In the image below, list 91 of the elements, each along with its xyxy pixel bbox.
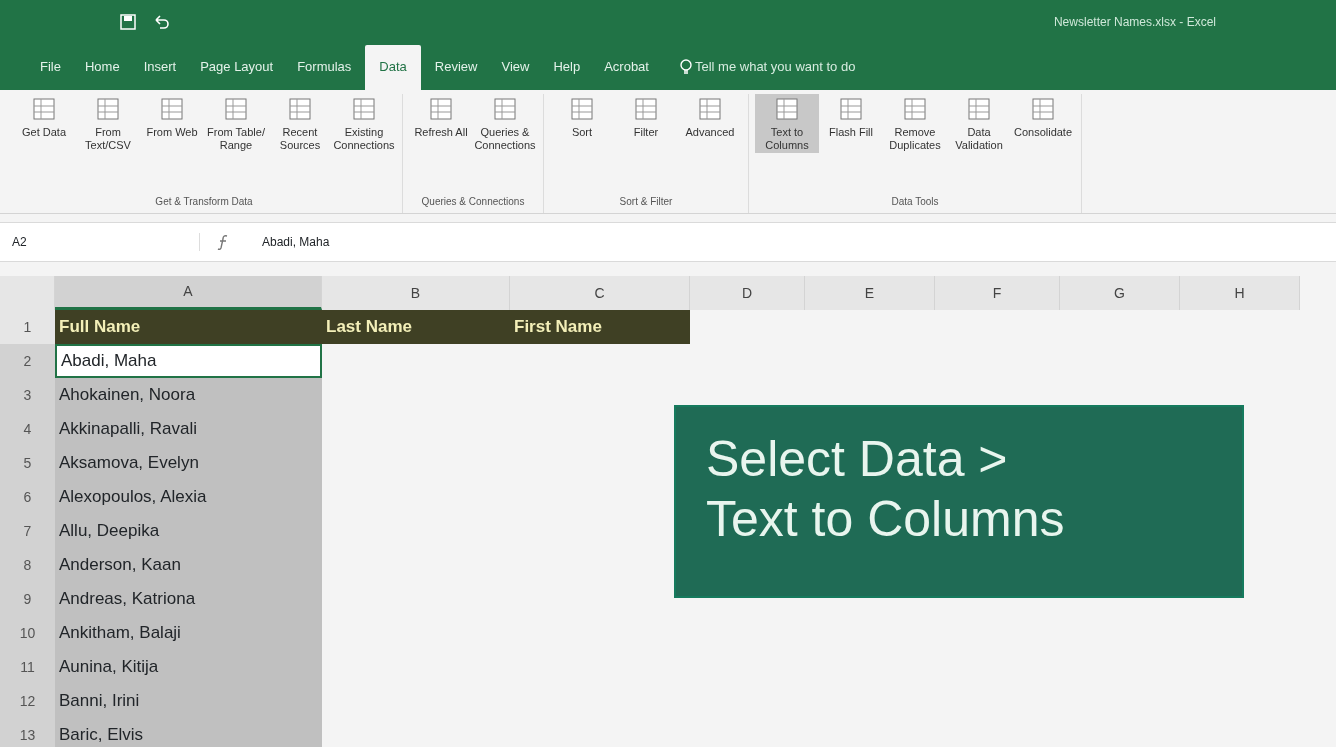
- row-header[interactable]: 7: [0, 514, 55, 548]
- grid-icon: [95, 96, 121, 122]
- undo-icon[interactable]: [152, 14, 170, 30]
- table-cell: Ahokainen, Noora: [55, 378, 322, 412]
- ribbon-tab[interactable]: Data: [365, 44, 421, 90]
- grid-icon: [838, 96, 864, 122]
- row-header[interactable]: 2: [0, 344, 55, 378]
- ribbon-tab[interactable]: Home: [74, 47, 130, 87]
- row-header[interactable]: 1: [0, 310, 55, 344]
- table-cell: Full Name: [55, 310, 322, 344]
- table-cell: Baric, Elvis: [55, 718, 322, 747]
- ribbon-tab[interactable]: Page Layout: [190, 47, 284, 87]
- ribbon-button[interactable]: Refresh All: [409, 94, 473, 154]
- ribbon-button[interactable]: Text to Columns: [755, 94, 819, 154]
- grid-icon: [569, 96, 595, 122]
- table-cell: Allu, Deepika: [55, 514, 322, 548]
- grid-icon: [428, 96, 454, 122]
- grid-icon: [1030, 96, 1056, 122]
- ribbon-tab[interactable]: Formulas: [287, 47, 362, 87]
- ribbon-button[interactable]: Filter: [614, 94, 678, 141]
- table-cell: Abadi, Maha: [55, 344, 322, 378]
- column-header[interactable]: H: [1180, 276, 1300, 310]
- table-cell: Anderson, Kaan: [55, 548, 322, 582]
- grid-icon: [633, 96, 659, 122]
- function-icon[interactable]: [216, 234, 230, 250]
- formula-field[interactable]: Abadi, Maha: [246, 233, 330, 251]
- table-cell: Aunina, Kitija: [55, 650, 322, 684]
- ribbon-button[interactable]: Existing Connections: [332, 94, 396, 154]
- table-cell: Banni, Irini: [55, 684, 322, 718]
- row-header[interactable]: 8: [0, 548, 55, 582]
- row-header[interactable]: 4: [0, 412, 55, 446]
- grid-icon: [492, 96, 518, 122]
- row-header[interactable]: 11: [0, 650, 55, 684]
- ribbon-tab[interactable]: Insert: [133, 47, 187, 87]
- ribbon-button[interactable]: Queries & Connections: [473, 94, 537, 154]
- column-header[interactable]: D: [690, 276, 805, 310]
- group-label: Data Tools: [890, 195, 940, 209]
- row-header[interactable]: 13: [0, 718, 55, 747]
- window-title: Newsletter Names.xlsx - Excel: [1053, 14, 1216, 31]
- row-header[interactable]: 9: [0, 582, 55, 616]
- ribbon-button[interactable]: Advanced: [678, 94, 742, 141]
- table-cell: Aksamova, Evelyn: [55, 446, 322, 480]
- group-label: Sort & Filter: [618, 195, 674, 209]
- table-cell: Akkinapalli, Ravali: [55, 412, 322, 446]
- ribbon-tab[interactable]: Review: [424, 47, 488, 87]
- save-icon[interactable]: [120, 14, 136, 30]
- ribbon-button[interactable]: Sort: [550, 94, 614, 141]
- row-header[interactable]: 10: [0, 616, 55, 650]
- grid-icon: [966, 96, 992, 122]
- name-box[interactable]: A2: [0, 233, 200, 251]
- ribbon-button[interactable]: Data Validation: [947, 94, 1011, 154]
- ribbon-button[interactable]: From Text/CSV: [76, 94, 140, 154]
- row-header[interactable]: 12: [0, 684, 55, 718]
- group-label: Queries & Connections: [420, 195, 526, 209]
- row-header[interactable]: 6: [0, 480, 55, 514]
- grid-icon: [697, 96, 723, 122]
- grid-icon: [902, 96, 928, 122]
- ribbon-button[interactable]: From Table/ Range: [204, 94, 268, 154]
- column-header[interactable]: F: [935, 276, 1060, 310]
- ribbon-button[interactable]: Remove Duplicates: [883, 94, 947, 154]
- row-header[interactable]: 5: [0, 446, 55, 480]
- grid-icon: [351, 96, 377, 122]
- column-header[interactable]: A: [55, 276, 322, 310]
- grid-icon: [287, 96, 313, 122]
- ribbon-tab[interactable]: View: [491, 47, 540, 87]
- column-header[interactable]: C: [510, 276, 690, 310]
- lightbulb-icon: [678, 59, 693, 75]
- column-header[interactable]: E: [805, 276, 935, 310]
- group-label: Get & Transform Data: [154, 195, 254, 209]
- ribbon-button[interactable]: Consolidate: [1011, 94, 1075, 154]
- grid-icon: [31, 96, 57, 122]
- tell-me-field[interactable]: Tell me what you want to do: [692, 56, 953, 78]
- callout-banner: Select Data > Text to Columns: [674, 405, 1244, 598]
- ribbon-tab[interactable]: Help: [543, 47, 591, 87]
- column-header[interactable]: B: [322, 276, 510, 310]
- grid-icon: [774, 96, 800, 122]
- ribbon-tab[interactable]: Acrobat: [594, 47, 659, 87]
- column-header[interactable]: G: [1060, 276, 1180, 310]
- ribbon-tab[interactable]: File: [30, 47, 71, 87]
- table-cell: Ankitham, Balaji: [55, 616, 322, 650]
- table-cell: Last Name: [322, 310, 510, 344]
- grid-icon: [159, 96, 185, 122]
- ribbon-button[interactable]: Recent Sources: [268, 94, 332, 154]
- ribbon-button[interactable]: Get Data: [12, 94, 76, 154]
- table-cell: Alexopoulos, Alexia: [55, 480, 322, 514]
- table-cell: Andreas, Katriona: [55, 582, 322, 616]
- grid-icon: [223, 96, 249, 122]
- row-header[interactable]: 3: [0, 378, 55, 412]
- ribbon-button[interactable]: From Web: [140, 94, 204, 154]
- table-cell: First Name: [510, 310, 690, 344]
- ribbon-button[interactable]: Flash Fill: [819, 94, 883, 154]
